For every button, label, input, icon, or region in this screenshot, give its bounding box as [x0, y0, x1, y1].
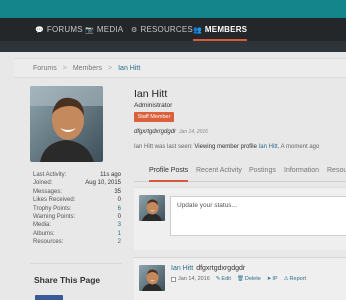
sub-navigation-bar — [0, 41, 346, 52]
people-icon: 👥 — [193, 27, 202, 34]
post-report-link[interactable]: ⚠Report — [284, 276, 306, 282]
trash-icon: 🗑 — [236, 276, 244, 282]
stat-albums: Albums: 1 — [33, 230, 121, 237]
status-date[interactable]: Jan 14, 2016 — [179, 129, 208, 135]
post-select-checkbox[interactable] — [171, 276, 176, 282]
post-date[interactable]: Jan 14, 2016 — [178, 276, 210, 282]
member-stats: Last Activity: 11s ago Joined: Aug 10, 201… — [33, 171, 121, 247]
breadcrumb-separator-icon: > — [62, 65, 67, 72]
post-message: dfgxrtgdxrgdgdr — [196, 265, 246, 272]
member-name: Ian Hitt — [134, 88, 168, 100]
site-header-strip — [0, 0, 346, 18]
status-update-input[interactable] — [170, 196, 346, 236]
breadcrumb-current[interactable]: Ian Hitt — [118, 65, 140, 72]
stat-media: Media: 3 — [33, 222, 121, 229]
nav-forums[interactable]: 💬 FORUMS — [35, 18, 83, 41]
breadcrumb-separator-icon: > — [108, 65, 113, 72]
stat-resources: Resources: 2 — [33, 239, 121, 246]
post-meta: Jan 14, 2016 ✎Edit 🗑Delete ➤IP ⚠Report — [171, 276, 306, 282]
profile-tabs: Profile Posts Recent Activity Postings I… — [134, 160, 346, 182]
member-status: dfgxrtgdxrgdgdr Jan 14, 2016 — [134, 129, 208, 135]
gear-icon: ⚙ — [131, 27, 138, 34]
pencil-icon: ✎ — [215, 276, 221, 282]
last-seen-info: Ian Hitt was last seen: Viewing member p… — [134, 144, 320, 150]
post-author-link[interactable]: Ian Hitt — [171, 265, 193, 272]
member-user-title: Administrator — [134, 102, 173, 109]
facebook-share-button[interactable] — [35, 295, 63, 300]
last-seen-profile-link[interactable]: Ian Hitt — [259, 144, 278, 150]
report-icon: ⚠ — [283, 276, 289, 282]
speech-bubble-icon: 💬 — [35, 27, 44, 34]
tab-profile-posts[interactable]: Profile Posts — [149, 160, 189, 182]
stat-messages: Messages: 35 — [33, 188, 121, 195]
status-message: dfgxrtgdxrgdgdr — [134, 129, 177, 135]
stat-likes-received: Likes Received: 0 — [33, 197, 121, 204]
main-navigation: 💬 FORUMS 📷 MEDIA ⚙ RESOURCES 👥 MEMBERS — [0, 18, 346, 41]
member-avatar[interactable] — [30, 86, 103, 162]
staff-member-badge: Staff Member — [134, 112, 174, 122]
breadcrumb-members[interactable]: Members — [73, 65, 102, 72]
tab-resources[interactable]: Resou — [327, 160, 346, 182]
location-icon: ➤ — [266, 276, 272, 282]
sidebar-divider — [30, 263, 122, 264]
post-author-avatar[interactable] — [139, 265, 165, 291]
breadcrumb: Forums > Members > Ian Hitt — [14, 58, 346, 78]
nav-media[interactable]: 📷 MEDIA — [85, 18, 123, 41]
stat-warning-points: Warning Points: 0 — [33, 213, 121, 220]
stat-last-activity: Last Activity: 11s ago — [33, 172, 121, 178]
post-header: Ian Hitt dfgxrtgdxrgdgdr — [171, 265, 245, 272]
tab-information[interactable]: Information — [284, 160, 319, 182]
nav-members[interactable]: 👥 MEMBERS — [193, 18, 248, 41]
stat-trophy-points: Trophy Points: 6 — [33, 205, 121, 212]
current-user-avatar[interactable] — [139, 195, 165, 221]
post-edit-link[interactable]: ✎Edit — [216, 276, 231, 282]
stat-joined: Joined: Aug 10, 2015 — [33, 180, 121, 187]
tab-postings[interactable]: Postings — [249, 160, 276, 182]
status-update-box — [134, 187, 346, 250]
tab-recent-activity[interactable]: Recent Activity — [196, 160, 242, 182]
share-page-heading: Share This Page — [34, 275, 101, 285]
post-delete-link[interactable]: 🗑Delete — [237, 276, 261, 282]
camera-icon: 📷 — [85, 27, 94, 34]
breadcrumb-forums[interactable]: Forums — [33, 65, 57, 72]
profile-post: Ian Hitt dfgxrtgdxrgdgdr Jan 14, 2016 ✎Ed… — [134, 258, 346, 300]
nav-resources[interactable]: ⚙ RESOURCES — [131, 18, 193, 41]
post-ip-link[interactable]: ➤IP — [267, 276, 278, 282]
